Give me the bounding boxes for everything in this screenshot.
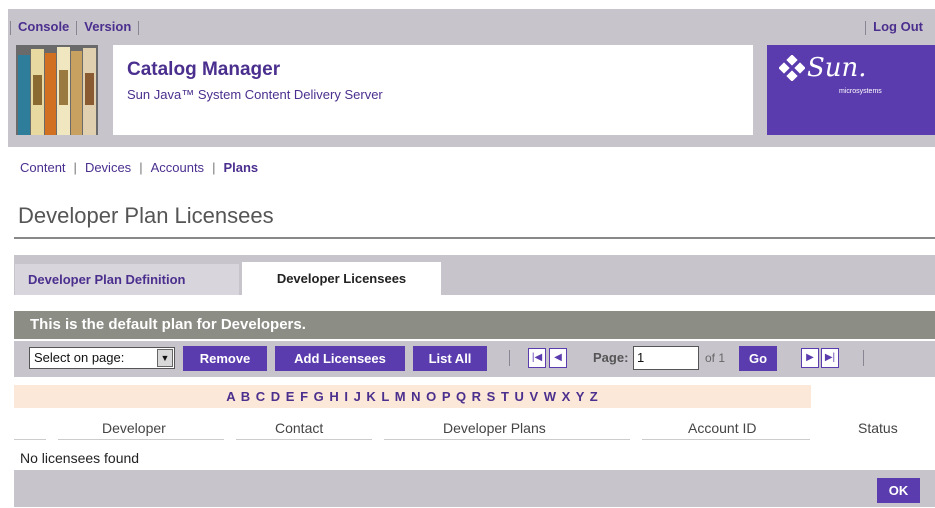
books-image (16, 45, 98, 135)
separator (863, 350, 864, 366)
tab-developer-plan-definition[interactable]: Developer Plan Definition (15, 264, 239, 295)
page-label: Page: (593, 350, 629, 365)
divider (14, 439, 46, 440)
chevron-down-icon[interactable]: ▼ (157, 349, 173, 367)
divider (58, 439, 224, 440)
app-name: Catalog Manager (127, 59, 281, 80)
separator (10, 20, 11, 35)
ok-button[interactable]: OK (877, 478, 920, 503)
column-header-account-id[interactable]: Account ID (688, 420, 756, 436)
column-header-contact[interactable]: Contact (275, 420, 323, 436)
column-header-developer[interactable]: Developer (102, 420, 166, 436)
page-title: Developer Plan Licensees (18, 203, 274, 228)
top-links: Console Version (10, 19, 146, 35)
list-all-button[interactable]: List All (413, 346, 487, 371)
title-box: Catalog Manager Sun Java™ System Content… (113, 45, 753, 135)
separator: | (139, 160, 143, 175)
separator: | (73, 160, 77, 175)
separator (138, 20, 140, 35)
nav-plans[interactable]: Plans (223, 160, 258, 175)
separator (865, 20, 867, 35)
console-link[interactable]: Console (18, 19, 69, 34)
last-page-icon[interactable]: ▶| (821, 348, 839, 368)
nav-devices[interactable]: Devices (85, 160, 131, 175)
separator: | (212, 160, 216, 175)
go-button[interactable]: Go (739, 346, 777, 371)
previous-page-icon[interactable]: ◀ (549, 348, 567, 368)
remove-button[interactable]: Remove (183, 346, 267, 371)
sun-diamond-icon (779, 55, 805, 81)
sun-logo-subtitle: microsystems (839, 88, 882, 95)
footer-bar (14, 470, 935, 507)
empty-message: No licensees found (20, 450, 140, 466)
select-value: Select on page: (34, 350, 125, 365)
separator (76, 20, 78, 35)
app-subtitle: Sun Java™ System Content Delivery Server (127, 87, 383, 102)
alphabet-filter[interactable]: A B C D E F G H I J K L M N O P Q R S T … (14, 385, 811, 408)
nav-accounts[interactable]: Accounts (151, 160, 204, 175)
select-on-page-dropdown[interactable]: Select on page: ▼ (29, 347, 175, 369)
first-page-icon[interactable]: |◀ (528, 348, 546, 368)
column-header-developer-plans[interactable]: Developer Plans (443, 420, 546, 436)
nav-content[interactable]: Content (20, 160, 66, 175)
divider (384, 439, 630, 440)
divider (642, 439, 810, 440)
page-number-input[interactable]: 1 (633, 346, 699, 370)
column-header-status[interactable]: Status (858, 420, 898, 436)
plan-banner: This is the default plan for Developers. (14, 311, 935, 339)
divider (236, 439, 372, 440)
logout-link[interactable]: Log Out (873, 19, 923, 34)
tab-developer-licensees[interactable]: Developer Licensees (242, 262, 441, 295)
add-licensees-button[interactable]: Add Licensees (275, 346, 405, 371)
page-count: of 1 (705, 351, 726, 365)
sun-logo-text: Sun. (807, 53, 867, 83)
version-link[interactable]: Version (84, 19, 131, 34)
main-nav: Content | Devices | Accounts | Plans (20, 160, 258, 175)
next-page-icon[interactable]: ▶ (801, 348, 819, 368)
title-divider (14, 237, 935, 239)
separator (509, 350, 510, 366)
sun-logo-box: Sun. microsystems (767, 45, 935, 135)
logout-area: Log Out (865, 19, 923, 35)
